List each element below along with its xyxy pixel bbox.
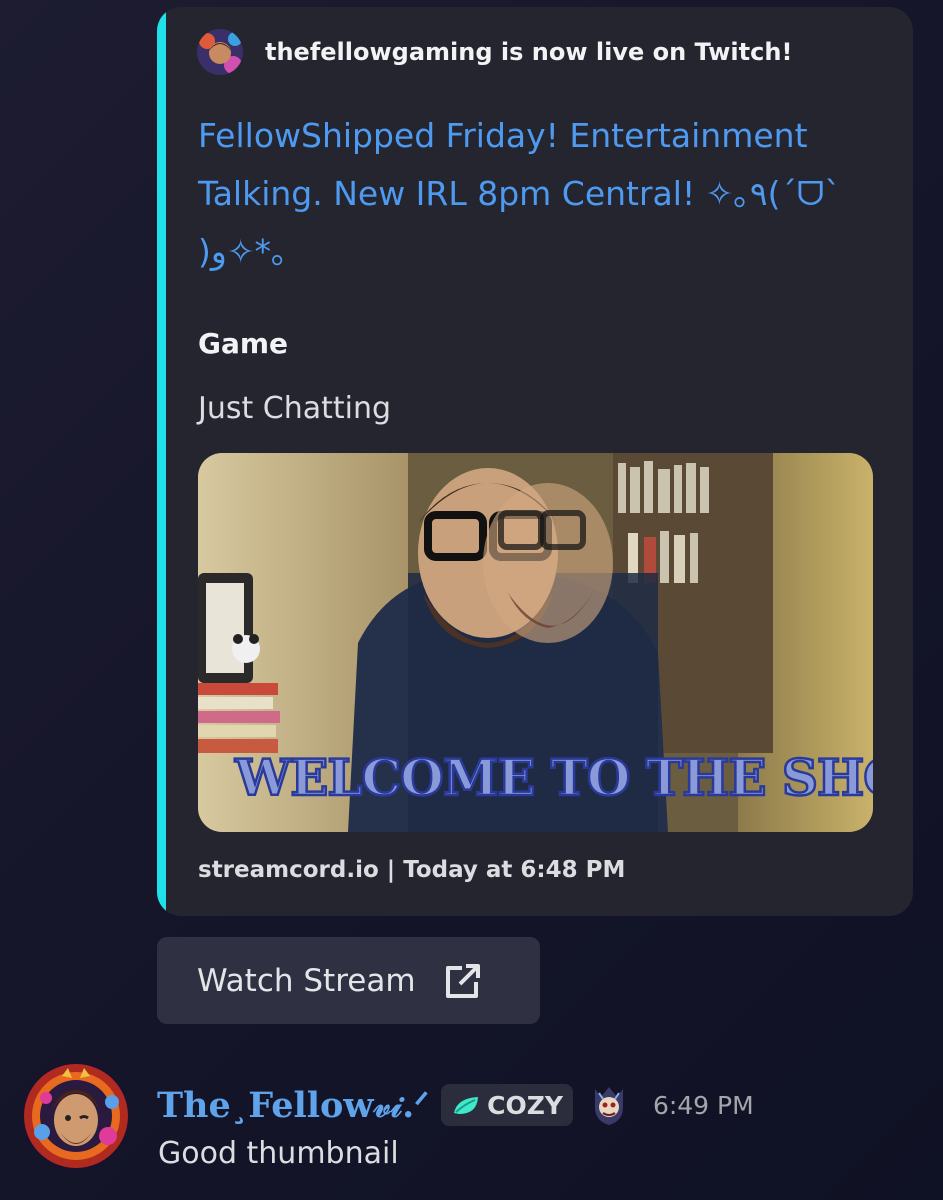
leaf-icon bbox=[454, 1097, 479, 1114]
thumbnail-overlay-text: WELCOME TO THE SHOW bbox=[234, 748, 873, 807]
message-header: The¸Fellow𝓋𝒾.ᐟ COZY 6:49 PM bbox=[157, 1078, 754, 1132]
embed-field-name: Game bbox=[198, 327, 289, 360]
embed-title-link[interactable]: FellowShipped Friday! Entertainment Talk… bbox=[198, 107, 888, 281]
watch-stream-button[interactable]: Watch Stream bbox=[157, 937, 540, 1024]
server-tag-badge[interactable]: COZY bbox=[441, 1084, 573, 1126]
external-link-icon bbox=[445, 963, 480, 998]
stream-thumbnail[interactable]: WELCOME TO THE SHOW bbox=[198, 453, 873, 832]
avatar[interactable] bbox=[22, 1062, 130, 1170]
watch-stream-label: Watch Stream bbox=[197, 962, 416, 999]
server-tag-text: COZY bbox=[487, 1090, 563, 1120]
embed-field-value: Just Chatting bbox=[198, 391, 392, 426]
embed-author: thefellowgaming is now live on Twitch! bbox=[197, 29, 792, 75]
username[interactable]: The¸Fellow𝓋𝒾.ᐟ bbox=[157, 1085, 429, 1126]
author-avatar[interactable] bbox=[197, 29, 243, 75]
stream-embed: thefellowgaming is now live on Twitch! F… bbox=[157, 7, 913, 916]
embed-footer: streamcord.io | Today at 6:48 PM bbox=[198, 857, 626, 883]
embed-author-name[interactable]: thefellowgaming is now live on Twitch! bbox=[265, 38, 792, 66]
crest-icon bbox=[594, 1087, 623, 1125]
message-content: Good thumbnail bbox=[158, 1136, 399, 1171]
message-timestamp: 6:49 PM bbox=[652, 1090, 754, 1120]
embed-accent-bar bbox=[157, 7, 166, 916]
